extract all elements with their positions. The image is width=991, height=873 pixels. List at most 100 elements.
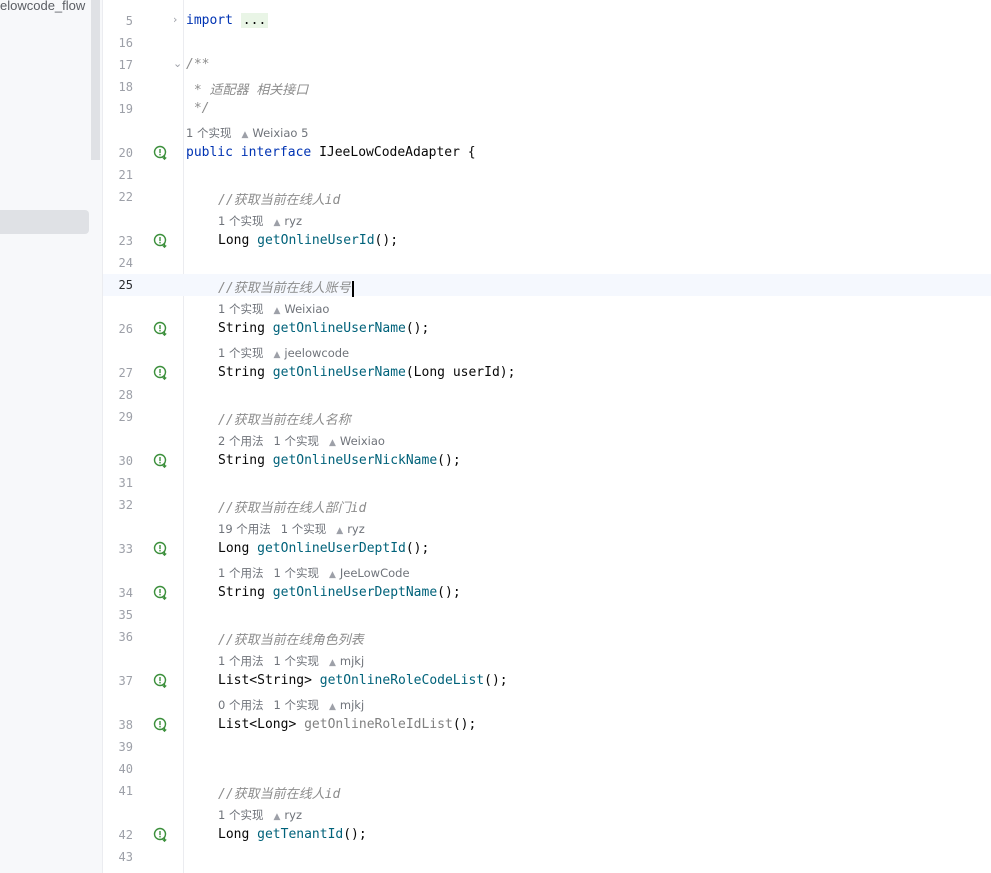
- code-vision-hint[interactable]: 1 个实现 ▲ jeelowcode: [218, 345, 349, 361]
- implemented-icon[interactable]: [153, 233, 169, 249]
- usages-hint[interactable]: 2 个用法: [218, 434, 263, 448]
- inlay-hint-row[interactable]: 1 个实现 ▲ jeelowcode: [103, 340, 991, 362]
- code-line[interactable]: 33 Long getOnlineUserDeptId();: [103, 538, 991, 560]
- inlay-hint-row[interactable]: 1 个实现 ▲ ryz: [103, 208, 991, 230]
- code-vision-hint[interactable]: 1 个实现 ▲ Weixiao: [218, 301, 329, 317]
- inlay-hint-row[interactable]: 0 个用法 1 个实现 ▲ mjkj: [103, 692, 991, 714]
- code-line[interactable]: 31: [103, 472, 991, 494]
- project-tree-item[interactable]: elowcode_flow: [0, 0, 90, 13]
- implementations-hint[interactable]: 1 个实现: [273, 654, 318, 668]
- inlay-hint-row[interactable]: 19 个用法 1 个实现 ▲ ryz: [103, 516, 991, 538]
- code-text[interactable]: public interface IJeeLowCodeAdapter {: [186, 145, 476, 160]
- implemented-icon[interactable]: [153, 827, 169, 843]
- author-hint[interactable]: ryz: [284, 214, 302, 228]
- code-text[interactable]: List<String> getOnlineRoleCodeList();: [218, 673, 508, 688]
- code-text[interactable]: //获取当前在线人部门id: [218, 497, 366, 516]
- code-line[interactable]: 19 */: [103, 98, 991, 120]
- code-line[interactable]: 37 List<String> getOnlineRoleCodeList();: [103, 670, 991, 692]
- code-text[interactable]: * 适配器 相关接口: [186, 79, 309, 98]
- code-vision-hint[interactable]: 1 个用法 1 个实现 ▲ mjkj: [218, 653, 364, 669]
- code-text[interactable]: String getOnlineUserDeptName();: [218, 585, 461, 600]
- inlay-hint-row[interactable]: 2 个用法 1 个实现 ▲ Weixiao: [103, 428, 991, 450]
- code-line[interactable]: 40: [103, 758, 991, 780]
- author-hint[interactable]: mjkj: [340, 654, 364, 668]
- author-hint[interactable]: mjkj: [340, 698, 364, 712]
- code-text[interactable]: //获取当前在线人id: [218, 189, 340, 208]
- usages-hint[interactable]: 1 个用法: [218, 654, 263, 668]
- code-vision-hint[interactable]: 1 个实现 ▲ ryz: [218, 213, 302, 229]
- code-line[interactable]: 39: [103, 736, 991, 758]
- code-vision-hint[interactable]: 1 个实现 ▲ Weixiao 5: [186, 125, 308, 141]
- code-vision-hint[interactable]: 19 个用法 1 个实现 ▲ ryz: [218, 521, 365, 537]
- implemented-icon[interactable]: [153, 453, 169, 469]
- code-line[interactable]: 18 * 适配器 相关接口: [103, 76, 991, 98]
- code-line[interactable]: 5 › import ...: [103, 10, 991, 32]
- implemented-icon[interactable]: [153, 673, 169, 689]
- implementations-hint[interactable]: 1 个实现: [218, 808, 263, 822]
- code-text[interactable]: String getOnlineUserName();: [218, 321, 429, 336]
- code-text[interactable]: import ...: [186, 13, 269, 28]
- inlay-hint-row[interactable]: 1 个实现 ▲ Weixiao: [103, 296, 991, 318]
- inlay-hint-row[interactable]: 1 个用法 1 个实现 ▲ mjkj: [103, 648, 991, 670]
- code-line[interactable]: 20 public interface IJeeLowCodeAdapter {: [103, 142, 991, 164]
- code-line[interactable]: 21: [103, 164, 991, 186]
- implemented-icon[interactable]: [153, 541, 169, 557]
- author-hint[interactable]: Weixiao: [340, 434, 385, 448]
- code-line[interactable]: 22 //获取当前在线人id: [103, 186, 991, 208]
- code-text[interactable]: Long getTenantId();: [218, 827, 367, 842]
- code-vision-hint[interactable]: 0 个用法 1 个实现 ▲ mjkj: [218, 697, 364, 713]
- implementations-hint[interactable]: 1 个实现: [273, 434, 318, 448]
- implementations-hint[interactable]: 1 个实现: [281, 522, 326, 536]
- implementations-hint[interactable]: 1 个实现: [218, 214, 263, 228]
- usages-hint[interactable]: 0 个用法: [218, 698, 263, 712]
- implementations-hint[interactable]: 1 个实现: [218, 346, 263, 360]
- code-line[interactable]: 43: [103, 846, 991, 868]
- folded-imports[interactable]: ...: [240, 13, 269, 28]
- implemented-icon[interactable]: [153, 585, 169, 601]
- code-line[interactable]: 42 Long getTenantId();: [103, 824, 991, 846]
- code-line[interactable]: 30 String getOnlineUserNickName();: [103, 450, 991, 472]
- code-line[interactable]: 25 //获取当前在线人账号: [103, 274, 991, 297]
- code-line[interactable]: 27 String getOnlineUserName(Long userId);: [103, 362, 991, 384]
- code-line[interactable]: 26 String getOnlineUserName();: [103, 318, 991, 340]
- author-hint[interactable]: JeeLowCode: [340, 566, 410, 580]
- inlay-hint-row[interactable]: 1 个用法 1 个实现 ▲ JeeLowCode: [103, 560, 991, 582]
- author-hint[interactable]: ryz: [284, 808, 302, 822]
- code-line[interactable]: 36 //获取当前在线角色列表: [103, 626, 991, 648]
- implementations-hint[interactable]: 1 个实现: [218, 302, 263, 316]
- code-line[interactable]: 23 Long getOnlineUserId();: [103, 230, 991, 252]
- code-editor[interactable]: 5 › import ... 16 17 ⌄/** 18 * 适配器 相关接口 19 */1 …: [103, 0, 991, 873]
- code-line[interactable]: 17 ⌄ /**: [103, 54, 991, 76]
- inlay-hint-row[interactable]: 1 个实现 ▲ ryz: [103, 802, 991, 824]
- fold-expand-icon[interactable]: ›: [173, 13, 177, 26]
- author-hint[interactable]: jeelowcode: [284, 346, 349, 360]
- code-line[interactable]: 24: [103, 252, 991, 274]
- selected-tree-item[interactable]: [0, 210, 89, 234]
- implementations-hint[interactable]: 1 个实现: [273, 698, 318, 712]
- usages-hint[interactable]: 19 个用法: [218, 522, 271, 536]
- code-text[interactable]: String getOnlineUserNickName();: [218, 453, 461, 468]
- fold-collapse-icon[interactable]: ⌄: [173, 57, 182, 70]
- code-line[interactable]: 16: [103, 32, 991, 54]
- usages-hint[interactable]: 1 个用法: [218, 566, 263, 580]
- code-vision-hint[interactable]: 1 个实现 ▲ ryz: [218, 807, 302, 823]
- implemented-icon[interactable]: [153, 717, 169, 733]
- code-text[interactable]: //获取当前在线角色列表: [218, 629, 364, 648]
- implemented-icon[interactable]: [153, 365, 169, 381]
- sidebar-scrollbar[interactable]: [91, 0, 100, 160]
- implemented-icon[interactable]: [153, 145, 169, 161]
- code-line[interactable]: 32 //获取当前在线人部门id: [103, 494, 991, 516]
- code-vision-hint[interactable]: 1 个用法 1 个实现 ▲ JeeLowCode: [218, 565, 410, 581]
- code-text[interactable]: /**: [186, 57, 209, 72]
- code-line[interactable]: 28: [103, 384, 991, 406]
- code-line[interactable]: 35: [103, 604, 991, 626]
- code-text[interactable]: Long getOnlineUserId();: [218, 233, 398, 248]
- code-text[interactable]: //获取当前在线人id: [218, 783, 340, 802]
- author-hint[interactable]: Weixiao: [284, 302, 329, 316]
- author-hint[interactable]: ryz: [347, 522, 365, 536]
- code-text[interactable]: //获取当前在线人账号: [218, 277, 354, 297]
- author-hint[interactable]: Weixiao 5: [252, 126, 308, 140]
- code-line[interactable]: 41 //获取当前在线人id: [103, 780, 991, 802]
- implemented-icon[interactable]: [153, 321, 169, 337]
- code-text[interactable]: List<Long> getOnlineRoleIdList();: [218, 717, 476, 732]
